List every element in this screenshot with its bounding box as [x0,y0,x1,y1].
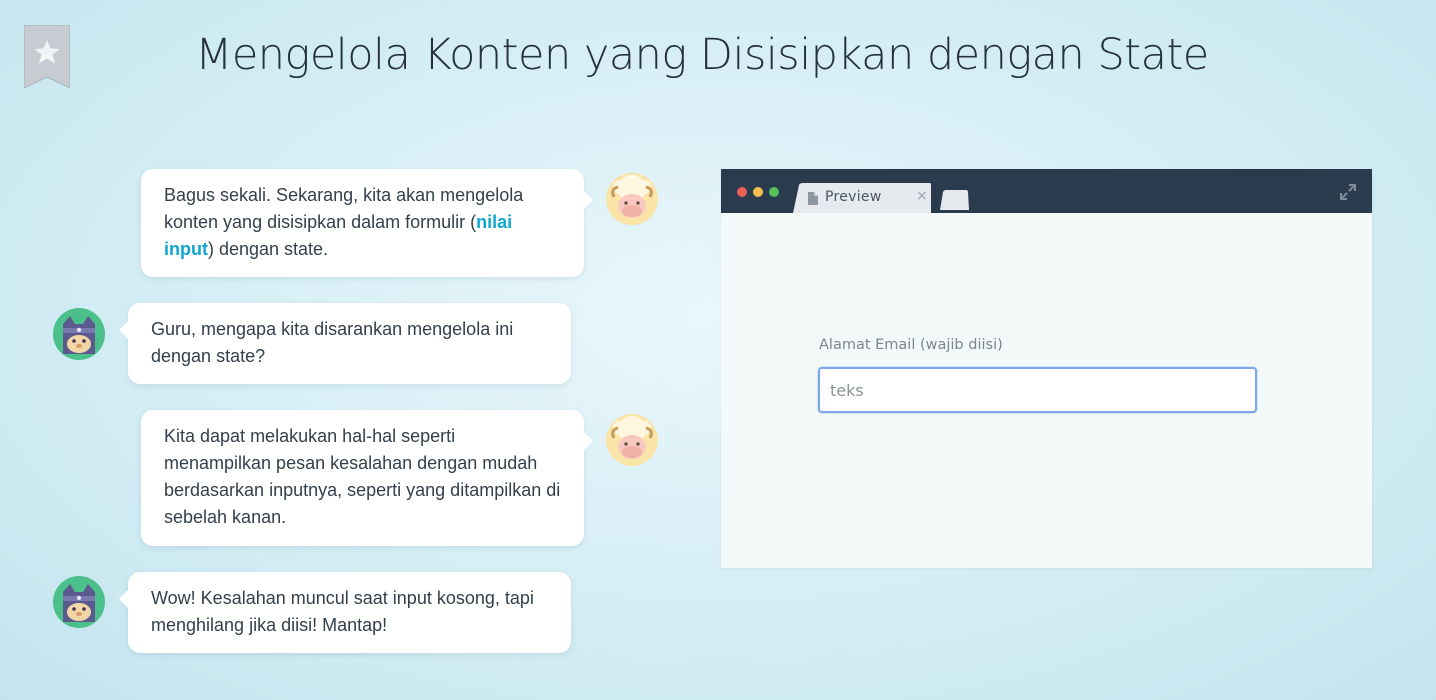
chat-message-teacher: Kita dapat melakukan hal-hal seperti men… [141,410,593,546]
email-field-label: Alamat Email (wajib diisi) [819,337,1003,353]
preview-window: Preview × Alamat Email (wajib diisi) [721,169,1372,568]
maximize-window-button[interactable] [769,187,779,197]
chat-message-teacher: Bagus sekali. Sekarang, kita akan mengel… [141,169,593,277]
chat-message-student: Wow! Kesalahan muncul saat input kosong,… [119,572,571,653]
page-title: Mengelola Konten yang Disisipkan dengan … [195,30,1209,80]
tab-label: Preview [825,189,882,205]
browser-toolbar: Preview × [721,169,1372,213]
student-avatar [53,576,105,628]
teacher-avatar [606,173,658,225]
expand-icon[interactable] [1339,183,1357,201]
new-tab-button[interactable] [940,190,970,210]
student-avatar [53,308,105,360]
minimize-window-button[interactable] [753,187,763,197]
chat-message-student: Guru, mengapa kita disarankan mengelola … [119,303,571,384]
message-text: Wow! Kesalahan muncul saat input kosong,… [151,588,534,635]
message-text: Bagus sekali. Sekarang, kita akan mengel… [164,185,524,232]
tab-close-icon[interactable]: × [916,188,928,204]
message-text: Guru, mengapa kita disarankan mengelola … [151,319,514,366]
email-field[interactable] [818,367,1257,413]
message-text: Kita dapat melakukan hal-hal seperti men… [164,426,561,527]
message-text: ) dengan state. [207,239,329,259]
document-icon [808,192,818,205]
close-window-button[interactable] [737,187,747,197]
teacher-avatar [606,414,658,466]
